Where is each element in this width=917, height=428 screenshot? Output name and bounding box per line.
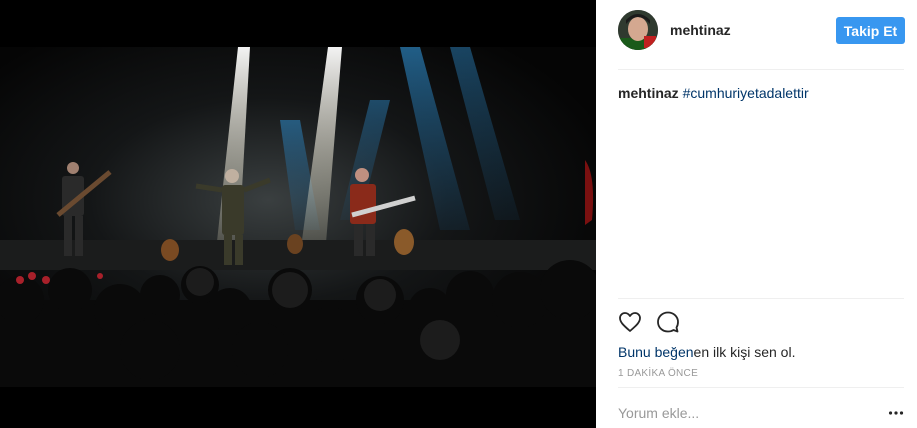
comment-divider xyxy=(618,387,904,388)
post-photo[interactable] xyxy=(0,0,596,428)
concert-photo-image xyxy=(0,0,596,428)
caption-hashtag[interactable]: #cumhuriyetadalettir xyxy=(683,85,809,101)
post-caption: mehtinaz #cumhuriyetadalettir xyxy=(618,84,809,102)
heart-icon[interactable] xyxy=(618,310,642,334)
post-timestamp[interactable]: 1 DAKİKA ÖNCE xyxy=(618,368,698,379)
actions-divider xyxy=(618,298,904,299)
comment-input[interactable] xyxy=(618,402,868,424)
post-details-panel: mehtinaz Takip Et mehtinaz #cumhuriyetad… xyxy=(596,0,917,428)
header-divider xyxy=(618,69,904,70)
like-this-link[interactable]: Bunu beğen xyxy=(618,344,694,360)
post-username[interactable]: mehtinaz xyxy=(670,22,731,38)
avatar[interactable] xyxy=(618,10,658,50)
comment-icon[interactable] xyxy=(656,310,680,334)
likes-rest-text: en ilk kişi sen ol. xyxy=(693,344,796,360)
post-header: mehtinaz Takip Et xyxy=(596,0,917,70)
caption-username[interactable]: mehtinaz xyxy=(618,85,679,101)
avatar-image xyxy=(618,10,658,50)
more-options-icon[interactable] xyxy=(888,406,904,418)
follow-button[interactable]: Takip Et xyxy=(836,17,905,44)
likes-summary: Bunu beğenen ilk kişi sen ol. xyxy=(618,343,795,361)
